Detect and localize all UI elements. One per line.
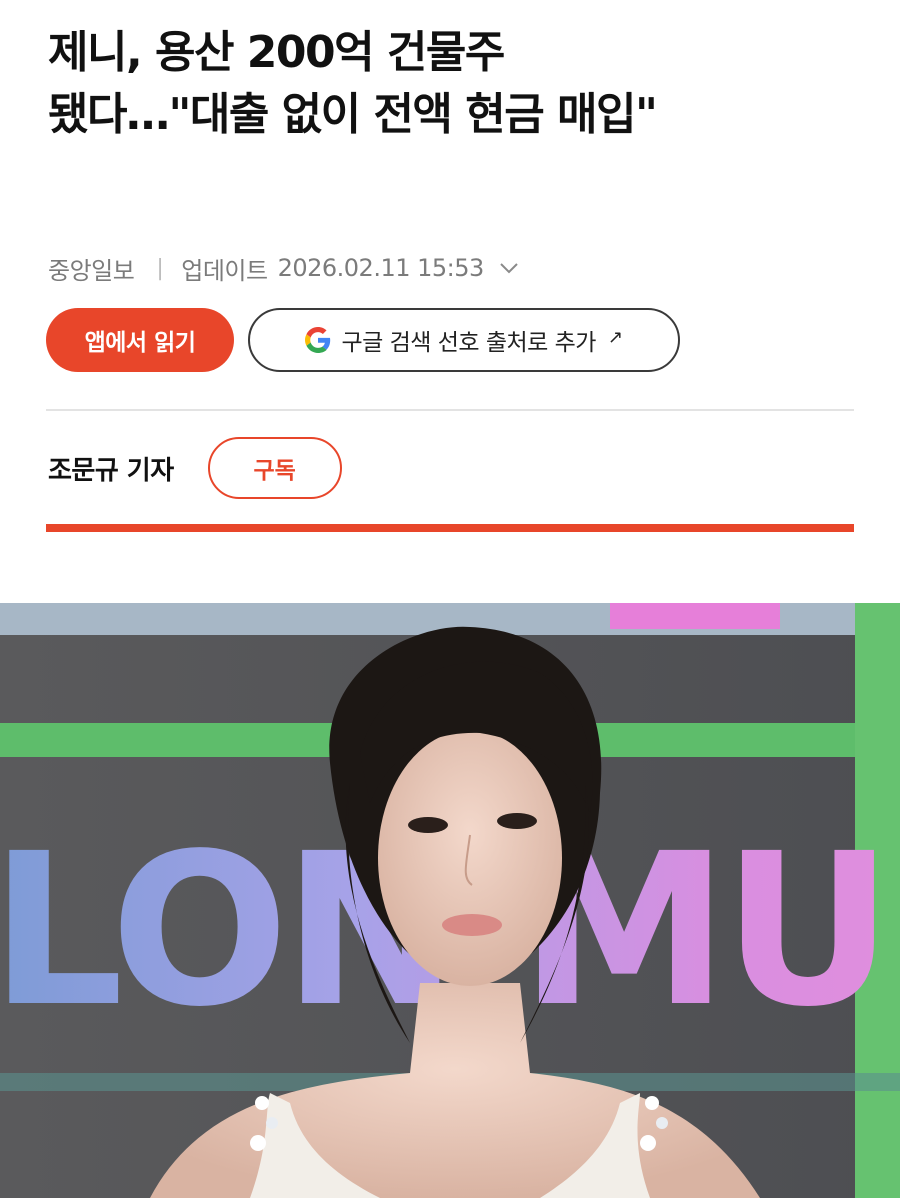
reporter-name[interactable]: 조문규 기자: [48, 450, 174, 487]
article: 제니, 용산 200억 건물주 됐다…"대출 없이 전액 현금 매입" 중앙일보…: [0, 0, 900, 1198]
updated-timestamp: 2026.02.11 15:53: [277, 254, 485, 282]
subscribe-button[interactable]: 구독: [207, 437, 342, 499]
chevron-down-icon[interactable]: [498, 257, 520, 279]
meta-divider: [46, 409, 854, 411]
update-label: 업데이트: [181, 256, 268, 285]
action-buttons: 앱에서 읽기 구글 검색 선호 출처로 추가 ↗: [46, 308, 680, 372]
reporter-row: 조문규 기자 구독: [48, 436, 342, 500]
article-photo: LON MUS: [0, 603, 900, 1198]
arrow-up-right-icon: ↗: [607, 326, 623, 348]
read-in-app-button[interactable]: 앱에서 읽기: [46, 308, 234, 372]
publisher-name[interactable]: 중앙일보: [48, 251, 135, 286]
headline-line-1: 제니, 용산 200억 건물주: [48, 27, 505, 78]
header-accent-bar: [46, 524, 854, 532]
headline-line-2: 됐다…"대출 없이 전액 현금 매입": [48, 89, 658, 140]
google-button-label: 구글 검색 선호 출처로 추가: [341, 330, 596, 356]
google-preferred-source-button[interactable]: 구글 검색 선호 출처로 추가 ↗: [248, 308, 680, 372]
meta-separator: |: [156, 255, 164, 281]
article-meta: 중앙일보 | 업데이트 2026.02.11 15:53: [48, 248, 520, 288]
headline: 제니, 용산 200억 건물주 됐다…"대출 없이 전액 현금 매입": [48, 22, 858, 146]
google-icon: [305, 327, 331, 353]
